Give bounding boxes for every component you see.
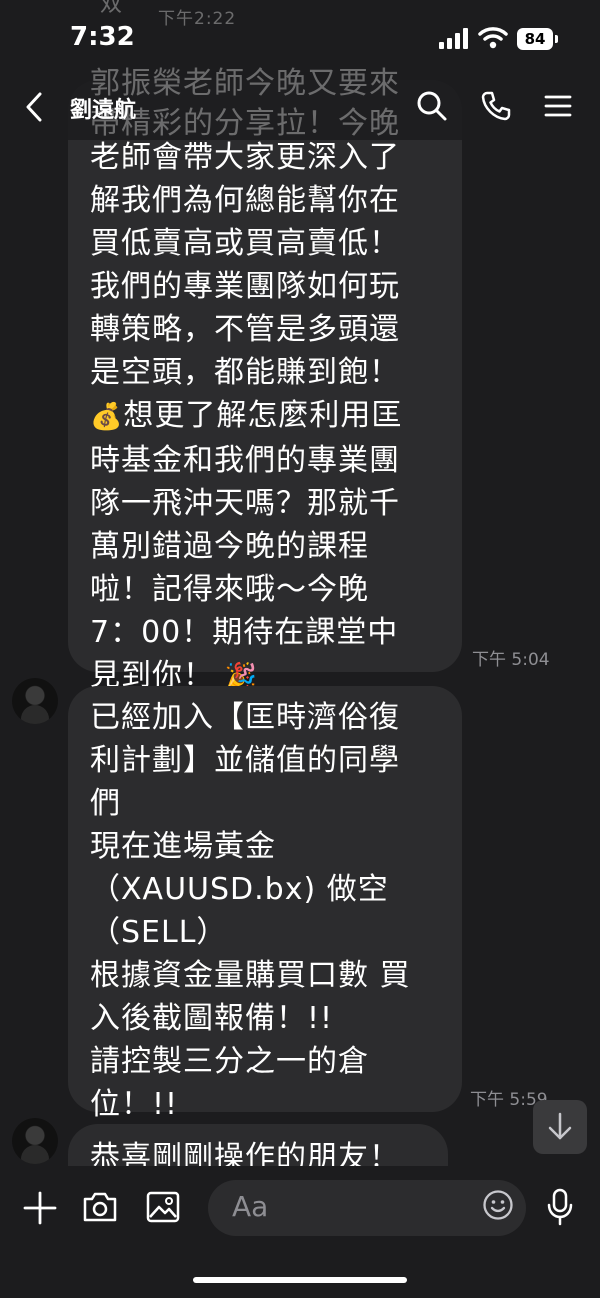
- scroll-down-button[interactable]: [533, 1100, 587, 1154]
- overlay-name: 双: [100, 0, 124, 17]
- search-icon[interactable]: [416, 90, 448, 122]
- wifi-icon: [478, 27, 508, 49]
- overlay-time: 下午2:22: [158, 9, 237, 29]
- microphone-icon[interactable]: [546, 1188, 574, 1226]
- image-icon[interactable]: [146, 1191, 180, 1223]
- chat-header: 双 下午2:22 郭振榮老師今晚又要來 帶精彩的分享拉！今晚 7:32 84 劉…: [0, 0, 600, 141]
- message-bubble[interactable]: 老師會帶大家更深入了 解我們為何總能幫你在 買低賣高或買高賣低！ 我們的專業團隊…: [68, 80, 462, 693]
- plus-icon[interactable]: [23, 1191, 57, 1225]
- battery-tip: [555, 35, 558, 43]
- menu-icon[interactable]: [544, 94, 572, 118]
- message-bubble[interactable]: 已經加入【匡時濟俗復 利計劃】並儲值的同學 們 現在進場黃金 （XAUUSD.b…: [68, 686, 462, 1122]
- message-timestamp: 下午 5:04: [472, 650, 550, 670]
- message-input-placeholder: Aa: [232, 1190, 269, 1223]
- arrow-down-icon: [548, 1112, 572, 1140]
- signal-icon: [439, 28, 468, 49]
- money-bag-emoji: 💰: [90, 402, 124, 432]
- message-text: 老師會帶大家更深入了 解我們為何總能幫你在 買低賣高或買高賣低！ 我們的專業團隊…: [90, 136, 440, 699]
- emoji-icon[interactable]: [482, 1189, 514, 1221]
- home-indicator: [193, 1277, 407, 1283]
- camera-icon[interactable]: [82, 1191, 118, 1223]
- battery-indicator: 84: [517, 28, 553, 50]
- status-time: 7:32: [70, 22, 135, 52]
- phone-icon[interactable]: [480, 90, 512, 122]
- chat-title[interactable]: 劉遠航: [70, 92, 136, 124]
- message-text: 已經加入【匡時濟俗復 利計劃】並儲值的同學 們 現在進場黃金 （XAUUSD.b…: [90, 700, 411, 1122]
- overlay-message-line: 帶精彩的分享拉！今晚: [90, 106, 400, 141]
- avatar[interactable]: [12, 678, 58, 724]
- avatar[interactable]: [12, 1118, 58, 1164]
- overlay-message-line: 郭振榮老師今晚又要來: [90, 66, 400, 101]
- back-chevron-icon[interactable]: [24, 92, 44, 122]
